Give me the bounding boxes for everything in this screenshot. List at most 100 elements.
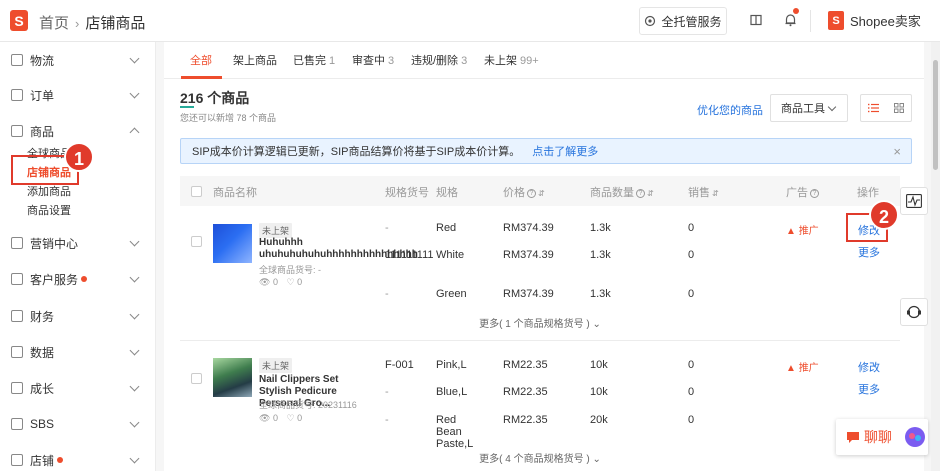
page-scrollbar[interactable] <box>931 42 940 471</box>
promote-label: 推广 <box>798 363 819 374</box>
sort-icon[interactable]: ⇵ <box>538 189 545 198</box>
scrollbar-thumb[interactable] <box>933 60 938 170</box>
header-stock[interactable]: 商品数量? ⇵ <box>590 184 654 200</box>
chevron-down-icon: ⌄ <box>592 319 601 330</box>
tab-live[interactable]: 架上商品 <box>233 52 277 68</box>
sidebar-item-label: 财务 <box>30 309 55 324</box>
sidebar-item-data[interactable]: 数据 <box>0 340 156 364</box>
product-tools-dropdown[interactable]: 商品工具 <box>770 94 848 122</box>
sort-icon[interactable]: ⇵ <box>712 189 719 198</box>
grid-view-icon[interactable] <box>886 95 911 121</box>
sort-icon[interactable]: ⇵ <box>647 189 654 198</box>
more-actions-button[interactable]: 更多 <box>858 244 880 260</box>
tab-label: 违规/删除 <box>411 55 459 67</box>
shopee-bag-icon: S <box>828 11 844 30</box>
expand-variants-button[interactable]: 更多( 1 个商品规格货号 ) ⌄ <box>180 315 900 330</box>
row-checkbox[interactable] <box>191 236 202 247</box>
eye-icon: 👁 <box>259 413 271 423</box>
help-icon[interactable]: ? <box>810 188 819 198</box>
heart-icon: ♡ <box>286 277 295 287</box>
variant-stock: 1.3k <box>590 249 611 261</box>
banner-learn-more-link[interactable]: 点击了解更多 <box>532 143 598 159</box>
sidebar-item-label: 店铺 <box>30 453 55 468</box>
breadcrumb: 首页 › 店铺商品 <box>39 12 145 33</box>
sidebar-item-orders[interactable]: 订单 <box>0 83 156 107</box>
variant-price: RM22.35 <box>503 359 548 371</box>
row-checkbox[interactable] <box>191 373 202 384</box>
header-product-name: 商品名称 <box>213 187 257 199</box>
sidebar-item-marketing[interactable]: 营销中心 <box>0 231 156 255</box>
tab-all[interactable]: 全部 <box>190 52 212 68</box>
top-header: S 首页 › 店铺商品 全托管服务 S Shopee卖家 <box>0 0 940 42</box>
headset-icon[interactable] <box>900 298 928 326</box>
full-service-button[interactable]: 全托管服务 <box>639 7 727 35</box>
chat-button[interactable]: 聊聊 <box>836 419 928 455</box>
clipboard-icon <box>11 89 23 101</box>
sidebar-item-logistics[interactable]: 物流 <box>0 48 156 72</box>
bell-icon[interactable] <box>780 8 800 30</box>
breadcrumb-current: 店铺商品 <box>85 15 146 32</box>
tab-reviewing[interactable]: 审查中 3 <box>352 52 394 68</box>
sidebar-item-sbs[interactable]: SBS <box>0 412 156 436</box>
pin-icon <box>11 382 23 394</box>
product-thumbnail[interactable] <box>213 224 252 263</box>
close-icon[interactable]: × <box>893 144 901 159</box>
sidebar: 物流 订单 商品 全球商品 店铺商品 添加商品 商品设置 营销中心 客户服务 财… <box>0 42 156 471</box>
sidebar-item-customer-service[interactable]: 客户服务 <box>0 267 156 291</box>
shopee-logo-icon[interactable]: S <box>10 10 28 31</box>
variant-stock: 10k <box>590 386 608 398</box>
sidebar-item-label: 营销中心 <box>30 236 79 251</box>
variant-price: RM22.35 <box>503 386 548 398</box>
expand-variants-button[interactable]: 更多( 4 个商品规格货号 ) ⌄ <box>180 450 900 465</box>
status-badge: 未上架 <box>259 223 293 238</box>
optimize-products-link[interactable]: 优化您的商品 <box>697 102 763 118</box>
breadcrumb-home[interactable]: 首页 <box>39 15 69 32</box>
active-tab-indicator <box>181 76 222 79</box>
book-icon[interactable] <box>746 10 766 30</box>
list-view-icon[interactable] <box>861 95 886 121</box>
rocket-icon: ▲ <box>786 226 796 237</box>
sidebar-item-finance[interactable]: 财务 <box>0 304 156 328</box>
header-price[interactable]: 价格? ⇵ <box>503 184 545 200</box>
brand-name: Shopee卖家 <box>850 14 921 29</box>
ai-assistant-icon[interactable] <box>904 426 926 448</box>
bag-icon <box>11 125 23 137</box>
sidebar-sub-product-settings[interactable]: 商品设置 <box>27 202 71 218</box>
chat-label: 聊聊 <box>864 429 892 445</box>
sidebar-item-shop[interactable]: 店铺 <box>0 448 156 471</box>
header-ads: 广告? <box>786 184 819 200</box>
sidebar-item-products[interactable]: 商品 <box>0 119 156 143</box>
chevron-down-icon <box>129 272 140 283</box>
view-count: 0 <box>272 413 278 423</box>
edit-button[interactable]: 修改 <box>858 359 880 375</box>
tab-sold-out[interactable]: 已售完 1 <box>293 52 335 68</box>
sidebar-item-label: SBS <box>30 417 55 431</box>
shop-icon <box>11 454 23 466</box>
tab-count: 3 <box>461 55 468 67</box>
product-name[interactable]: Huhuhhh uhuhuhuhuhuhhhhhhhhhhhhhhh <box>259 237 418 261</box>
sidebar-item-growth[interactable]: 成长 <box>0 376 156 400</box>
product-thumbnail[interactable] <box>213 358 252 397</box>
header-sales[interactable]: 销售 ⇵ <box>688 184 719 200</box>
variant-sales: 0 <box>688 249 695 261</box>
promote-button[interactable]: ▲ 推广 <box>786 359 819 374</box>
sidebar-sub-add-product[interactable]: 添加商品 <box>27 183 71 199</box>
brand[interactable]: S Shopee卖家 <box>828 11 921 30</box>
chevron-up-icon <box>129 127 140 138</box>
variant-price: RM22.35 <box>503 414 548 426</box>
promote-button[interactable]: ▲ 推广 <box>786 222 819 237</box>
like-count: 0 <box>297 277 303 287</box>
help-icon[interactable]: ? <box>527 188 536 198</box>
notification-dot <box>793 8 799 14</box>
table-header: 商品名称 规格货号 规格 价格? ⇵ 商品数量? ⇵ 销售 ⇵ 广告? 操作 <box>180 176 900 206</box>
header-actions: 操作 <box>857 187 879 199</box>
status-badge: 未上架 <box>259 358 293 373</box>
help-icon[interactable]: ? <box>636 188 645 198</box>
tab-unlisted[interactable]: 未上架 99+ <box>484 52 539 68</box>
product-count-bar <box>180 106 194 108</box>
tab-violation[interactable]: 违规/删除 3 <box>411 52 467 68</box>
more-actions-button[interactable]: 更多 <box>858 381 880 397</box>
pulse-monitor-icon[interactable] <box>900 187 928 215</box>
select-all-checkbox[interactable] <box>191 186 202 197</box>
sidebar-item-label: 数据 <box>30 345 55 360</box>
